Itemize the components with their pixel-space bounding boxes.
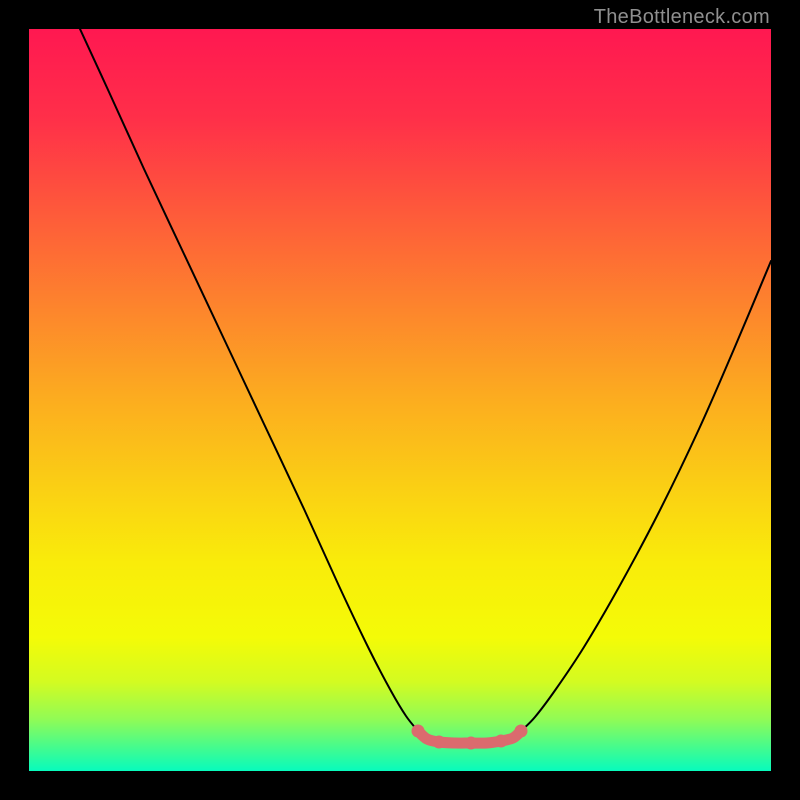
highlight-dot [465, 737, 478, 750]
highlight-dot [433, 736, 446, 749]
highlight-dot [515, 725, 528, 738]
chart-background [29, 29, 771, 771]
highlight-dot [495, 735, 508, 748]
chart-frame [29, 29, 771, 771]
chart-svg [29, 29, 771, 771]
attribution-text: TheBottleneck.com [594, 6, 770, 29]
highlight-dot [412, 725, 425, 738]
